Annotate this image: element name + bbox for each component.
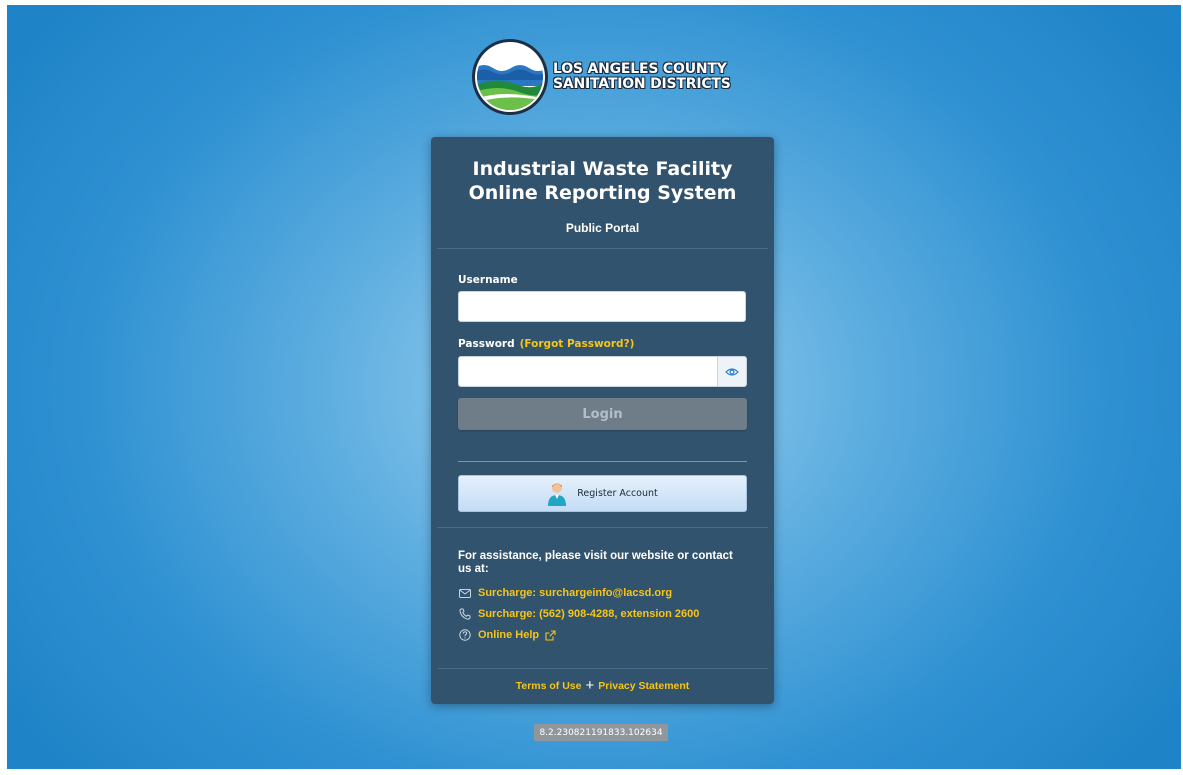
contact-phone-link[interactable]: Surcharge: (562) 908-4288, extension 260… <box>478 608 699 620</box>
version-badge: 8.2.230821191833.102634 <box>534 724 668 741</box>
card-title-line1: Industrial Waste Facility <box>472 158 733 180</box>
eye-icon <box>725 367 739 377</box>
card-subtitle: Public Portal <box>565 221 640 235</box>
register-account-label: Register Account <box>577 488 658 499</box>
card-title: Industrial Waste Facility Online Reporti… <box>431 157 774 205</box>
password-input[interactable] <box>458 356 717 387</box>
username-input[interactable] <box>458 291 746 322</box>
org-logo: LOS ANGELES COUNTY SANITATION DISTRICTS <box>475 41 735 113</box>
person-icon <box>547 482 567 506</box>
footer-links: Terms of Use + Privacy Statement <box>431 677 774 694</box>
login-card: Industrial Waste Facility Online Reporti… <box>431 137 774 704</box>
show-password-button[interactable] <box>717 356 747 387</box>
contact-email-link[interactable]: Surcharge: surchargeinfo@lacsd.org <box>478 587 672 599</box>
page-background: LOS ANGELES COUNTY SANITATION DISTRICTS … <box>7 5 1181 769</box>
privacy-statement-link[interactable]: Privacy Statement <box>598 680 689 692</box>
terms-of-use-link[interactable]: Terms of Use <box>516 680 582 692</box>
external-link-icon <box>545 629 556 641</box>
phone-icon <box>458 608 472 620</box>
assistance-text: For assistance, please visit our website… <box>458 550 733 575</box>
login-button[interactable]: Login <box>458 398 747 430</box>
online-help-link[interactable]: Online Help <box>478 629 539 641</box>
assist-divider <box>437 527 768 528</box>
sanitation-districts-logo-icon <box>475 42 545 112</box>
contact-email-row: Surcharge: surchargeinfo@lacsd.org <box>458 587 672 599</box>
header-divider <box>437 248 768 249</box>
password-label: Password <box>458 338 515 350</box>
org-name: LOS ANGELES COUNTY SANITATION DISTRICTS <box>553 62 731 92</box>
card-title-line2: Online Reporting System <box>468 182 737 204</box>
username-label: Username <box>458 274 518 286</box>
question-circle-icon <box>458 629 472 641</box>
contact-phone-row: Surcharge: (562) 908-4288, extension 260… <box>458 608 699 620</box>
org-name-line2: SANITATION DISTRICTS <box>553 76 731 92</box>
password-label-row: Password (Forgot Password?) <box>458 338 634 350</box>
register-divider <box>458 461 747 462</box>
plus-icon: + <box>585 677 595 694</box>
forgot-password-link[interactable]: (Forgot Password?) <box>520 338 635 350</box>
org-name-line1: LOS ANGELES COUNTY <box>553 61 727 77</box>
password-field-group <box>458 356 747 387</box>
register-account-button[interactable]: Register Account <box>458 475 747 512</box>
footer-divider <box>437 668 768 669</box>
online-help-row: Online Help <box>458 629 556 641</box>
envelope-icon <box>458 588 472 598</box>
